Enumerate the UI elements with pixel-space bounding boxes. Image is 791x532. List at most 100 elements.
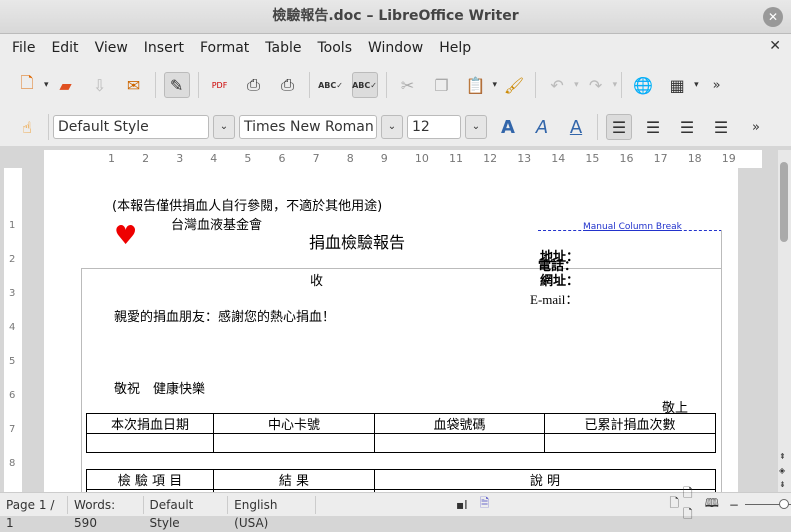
align-center-icon[interactable]: ☰: [640, 114, 666, 140]
menu-help[interactable]: Help: [431, 40, 479, 56]
new-document-icon[interactable]: 🗋: [14, 72, 40, 98]
ruler-tick-label: 18: [687, 152, 702, 165]
zoom-out-icon[interactable]: −: [729, 498, 739, 512]
font-name-select[interactable]: Times New Roman: [239, 115, 377, 139]
paste-icon[interactable]: 📋: [463, 72, 489, 98]
menu-edit[interactable]: Edit: [43, 40, 86, 56]
spellcheck-icon[interactable]: ABC✓: [318, 72, 344, 98]
table-header: 結 果: [213, 469, 375, 490]
greeting-text: 親愛的捐血朋友：感謝您的熱心捐血！: [114, 310, 336, 325]
table-header: 中心卡號: [213, 413, 375, 434]
font-size-select[interactable]: 12: [407, 115, 461, 139]
ruler-tick-label: 5: [244, 152, 252, 165]
ruler-tick-label: 10: [414, 152, 429, 165]
word-count[interactable]: Words: 590: [68, 495, 144, 530]
horizontal-ruler[interactable]: 1 2 3 4 5 6 7 8 9 10 11 12 13 14 15 16 17 18 19: [44, 150, 762, 168]
standard-toolbar: 🗋 ▾ ▰ ⇩ ✉ ✎ PDF ⎙ ⎙ ABC✓ ABC✓ ✂ ❐ 📋 ▾ 🖌 ↶ ▾…: [0, 62, 791, 108]
chevron-down-icon[interactable]: ⌄: [213, 115, 235, 139]
donation-info-table: 本次捐血日期 中心卡號 血袋號碼 已累計捐血次數: [86, 413, 716, 453]
open-folder-icon[interactable]: ▰: [53, 72, 79, 98]
undo-icon[interactable]: ↶: [544, 72, 570, 98]
print-icon[interactable]: ⎙: [241, 72, 267, 98]
insert-mode-icon[interactable]: ▪I: [456, 498, 468, 512]
page-style[interactable]: Default Style: [144, 495, 229, 530]
table-cell[interactable]: [213, 433, 375, 453]
ruler-tick-label: 7: [312, 152, 320, 165]
page-count[interactable]: Page 1 / 1: [0, 495, 69, 530]
menu-insert[interactable]: Insert: [136, 40, 192, 56]
table-cell[interactable]: [544, 433, 716, 453]
redo-icon[interactable]: ↷: [583, 72, 609, 98]
underline-icon[interactable]: A: [563, 114, 589, 140]
edit-mode-icon[interactable]: ✎: [163, 72, 190, 98]
language[interactable]: English (USA): [228, 495, 317, 530]
table-header: 已累計捐血次數: [544, 413, 716, 434]
document-modified-icon[interactable]: 🗎: [480, 494, 490, 515]
ruler-tick-label: 7: [9, 424, 16, 435]
book-view-icon[interactable]: 🕮: [705, 494, 719, 515]
chevron-down-icon[interactable]: ⌄: [381, 115, 403, 139]
paragraph-style-select[interactable]: Default Style: [53, 115, 209, 139]
table-icon[interactable]: ▦: [664, 72, 690, 98]
ruler-tick-label: 19: [721, 152, 736, 165]
ruler-tick-label: 4: [9, 322, 16, 333]
vertical-scrollbar[interactable]: ⇞ ◈ ⇟: [778, 150, 791, 492]
report-title: 捐血檢驗報告: [309, 233, 406, 252]
ruler-tick-label: 16: [619, 152, 634, 165]
scrollbar-thumb[interactable]: [780, 162, 788, 242]
table-header: 本次捐血日期: [86, 413, 214, 434]
menu-bar: File Edit View Insert Format Table Tools…: [0, 34, 791, 62]
table-cell[interactable]: [374, 433, 545, 453]
multi-page-view-icon[interactable]: 🗋🗋: [683, 484, 701, 526]
window-title: 檢驗報告.doc – LibreOffice Writer: [272, 8, 519, 24]
email-icon[interactable]: ✉: [121, 72, 147, 98]
align-right-icon[interactable]: ☰: [674, 114, 700, 140]
paste-dropdown-icon[interactable]: ▾: [493, 80, 498, 90]
ruler-tick-label: 8: [9, 458, 16, 469]
single-page-view-icon[interactable]: 🗋: [669, 494, 679, 515]
menu-file[interactable]: File: [4, 40, 43, 56]
ruler-tick-label: 2: [9, 254, 16, 265]
zoom-slider[interactable]: [744, 499, 791, 509]
print-preview-icon[interactable]: ⎙: [275, 72, 301, 98]
toolbar-overflow-icon[interactable]: »: [752, 120, 760, 135]
ruler-tick-label: 3: [176, 152, 184, 165]
menu-window[interactable]: Window: [360, 40, 431, 56]
bold-icon[interactable]: A: [495, 114, 521, 140]
ruler-tick-label: 12: [483, 152, 498, 165]
title-bar: 檢驗報告.doc – LibreOffice Writer ✕: [0, 0, 791, 34]
save-icon[interactable]: ⇩: [87, 72, 113, 98]
chevron-down-icon[interactable]: ⌄: [465, 115, 487, 139]
auto-spellcheck-icon[interactable]: ABC✓: [351, 72, 378, 98]
navigator-icon[interactable]: ◈: [779, 466, 785, 475]
hyperlink-icon[interactable]: 🌐: [630, 72, 656, 98]
table-header: 檢 驗 項 目: [86, 469, 214, 490]
export-pdf-icon[interactable]: PDF: [207, 72, 233, 98]
menu-tools[interactable]: Tools: [310, 40, 361, 56]
justify-icon[interactable]: ☰: [708, 114, 734, 140]
ruler-tick-label: 13: [517, 152, 532, 165]
styles-formatting-icon[interactable]: ☝: [14, 114, 40, 140]
table-header: 血袋號碼: [374, 413, 545, 434]
close-document-icon[interactable]: ✕: [769, 38, 781, 54]
notice-text: (本報告僅供捐血人自行參閱，不適於其他用途): [112, 199, 383, 214]
clone-formatting-icon[interactable]: 🖌: [501, 72, 527, 98]
new-dropdown-icon[interactable]: ▾: [44, 80, 49, 90]
align-left-icon[interactable]: ☰: [606, 114, 632, 140]
ruler-tick-label: 3: [9, 288, 16, 299]
next-page-icon[interactable]: ⇟: [779, 480, 786, 489]
document-area[interactable]: (本報告僅供捐血人自行參閱，不適於其他用途) ♥ 台灣血液基金會 捐血檢驗報告 …: [22, 168, 778, 492]
menu-format[interactable]: Format: [192, 40, 257, 56]
test-results-table: 檢 驗 項 目結 果說 明: [86, 469, 716, 492]
toolbar-overflow-icon[interactable]: »: [713, 78, 721, 93]
menu-table[interactable]: Table: [257, 40, 309, 56]
window-close-button[interactable]: ✕: [763, 7, 783, 27]
copy-icon[interactable]: ❐: [429, 72, 455, 98]
cut-icon[interactable]: ✂: [395, 72, 421, 98]
italic-icon[interactable]: A: [529, 114, 555, 140]
previous-page-icon[interactable]: ⇞: [779, 452, 786, 461]
vertical-ruler[interactable]: 1 2 3 4 5 6 7 8: [4, 168, 22, 492]
table-cell[interactable]: [86, 433, 214, 453]
menu-view[interactable]: View: [87, 40, 136, 56]
page[interactable]: (本報告僅供捐血人自行參閱，不適於其他用途) ♥ 台灣血液基金會 捐血檢驗報告 …: [44, 168, 738, 492]
